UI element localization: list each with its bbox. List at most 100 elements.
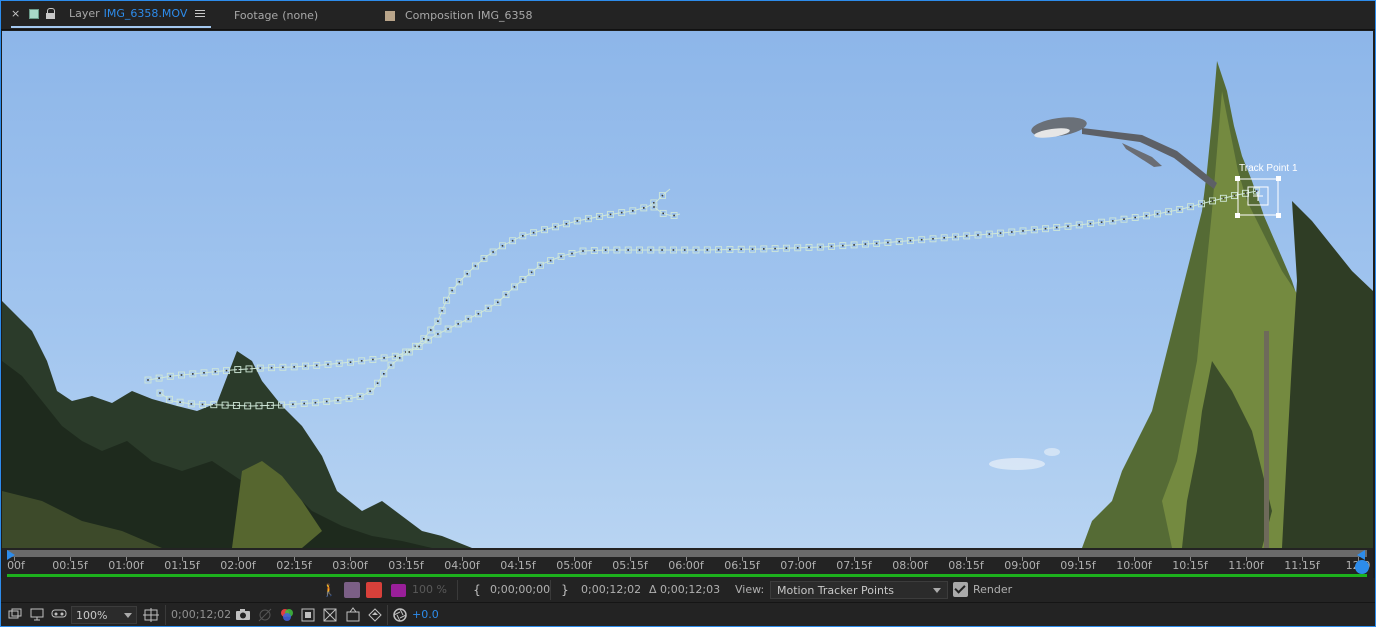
exposure-value[interactable]: +0.0 [412, 608, 439, 621]
tracker-keyframe-center [158, 377, 160, 379]
current-time-indicator[interactable] [1355, 560, 1369, 574]
render-mode-red-button[interactable] [366, 582, 382, 598]
render-mode-purple-button[interactable] [344, 582, 360, 598]
exposure-aperture-icon[interactable] [392, 607, 408, 623]
separator [165, 605, 166, 625]
walk-icon[interactable]: 🚶 [321, 582, 337, 598]
tracker-keyframe-center [740, 248, 742, 251]
tracker-keyframe-center [1222, 197, 1225, 200]
set-out-point-icon[interactable]: } [557, 582, 573, 598]
vr-goggles-icon[interactable] [51, 608, 67, 622]
current-timecode[interactable]: 0;00;12;02 [171, 608, 231, 621]
ruler-tick-label: 08:00f [892, 559, 928, 572]
fast-previews-icon[interactable] [367, 607, 383, 623]
ruler-tick-label: 03:15f [388, 559, 424, 572]
tracker-keyframe-center [522, 235, 524, 237]
cloud [989, 458, 1045, 470]
zoom-dropdown[interactable]: 100% [71, 606, 137, 624]
layer-viewer[interactable]: Track Point 1 [2, 31, 1373, 548]
render-checkbox[interactable] [953, 582, 968, 597]
tracker-keyframe-center [543, 228, 546, 231]
reset-exposure-icon[interactable] [345, 607, 361, 623]
monitor-icon[interactable] [30, 608, 44, 622]
tracker-keyframe-center [451, 289, 453, 292]
label-color-swatch [29, 8, 39, 19]
tracker-keyframe-center [522, 278, 524, 281]
tracker-keyframe-center [441, 309, 443, 312]
in-point-timecode[interactable]: 0;00;00;00 [490, 583, 550, 596]
ruler-tick-label: 09:15f [1060, 559, 1096, 572]
tracker-keyframe-center [932, 238, 934, 240]
tracker-keyframe-center [1033, 229, 1036, 231]
set-in-point-icon[interactable]: { [469, 582, 485, 598]
tab-layer-name[interactable]: IMG_6358.MOV [104, 7, 188, 20]
tab-layer[interactable]: × Layer IMG_6358.MOV [11, 1, 212, 28]
tracker-keyframe-center [477, 313, 480, 315]
tab-composition-label: Composition [405, 9, 474, 22]
tracker-keyframe-center [408, 351, 411, 353]
tracker-keyframe-center [293, 366, 295, 368]
track-point-label: Track Point 1 [1239, 163, 1298, 174]
tracker-keyframe-center [887, 241, 889, 244]
tracker-keyframe-center [717, 248, 720, 251]
tracker-keyframe-center [430, 329, 432, 331]
tracker-keyframe-center [672, 249, 675, 251]
panel-menu-icon[interactable] [195, 10, 206, 17]
tracker-keyframe-center [1145, 215, 1148, 217]
tracker-keyframe-center [999, 232, 1002, 234]
snapshot-camera-icon[interactable] [235, 608, 251, 622]
time-navigator-bar[interactable] [7, 550, 1367, 560]
time-ruler[interactable]: 00f 00:15f 01:00f 01:15f 02:00f 02:15f 03:00f 0… [2, 548, 1373, 578]
overlay-color-swatch[interactable] [391, 584, 406, 597]
tracker-keyframe-center [598, 215, 601, 218]
tracker-keyframe-center [359, 395, 361, 398]
ruler-tick-label: 10:15f [1172, 559, 1208, 572]
tracker-keyframe-center [423, 338, 425, 340]
ruler-tick-label: 10:00f [1116, 559, 1152, 572]
tracker-keyframe-center [466, 273, 468, 275]
tracker-keyframe-center [587, 217, 590, 220]
ruler-tick-label: 11:00f [1228, 559, 1264, 572]
opacity-value[interactable]: 100 % [412, 583, 447, 596]
ruler-tick-label: 02:15f [276, 559, 312, 572]
tab-composition[interactable]: Composition IMG_6358 [385, 1, 532, 30]
tracker-keyframe-center [643, 207, 645, 209]
tracker-keyframe-center [190, 403, 193, 405]
tracker-keyframe-center [1156, 213, 1159, 215]
zoom-value: 100% [76, 609, 108, 622]
tracker-keyframe-center [785, 247, 788, 249]
tracker-keyframe-center [539, 264, 542, 267]
channel-rgb-icon[interactable] [279, 607, 295, 623]
tracker-keyframe-center [237, 368, 239, 371]
ruler-tick-label: 09:00f [1004, 559, 1040, 572]
tracker-keyframe-center [554, 226, 557, 228]
safe-margins-icon[interactable] [143, 607, 159, 623]
tracker-keyframe-center [650, 249, 652, 251]
tracker-keyframe-center [337, 399, 339, 402]
always-preview-icon[interactable] [8, 608, 22, 622]
tracker-keyframe-center [1011, 231, 1013, 233]
tracker-keyframe-center [474, 265, 477, 267]
show-snapshot-icon[interactable] [257, 607, 273, 623]
tab-footage-label: Footage [234, 9, 279, 22]
transparency-grid-icon[interactable] [323, 608, 337, 622]
out-point-timecode[interactable]: 0;00;12;02 [581, 583, 641, 596]
tracker-keyframe-center [180, 374, 183, 376]
close-tab-icon[interactable]: × [11, 7, 25, 20]
tracker-keyframe-center [530, 271, 533, 274]
tracker-keyframe-center [372, 358, 374, 361]
view-dropdown[interactable]: Motion Tracker Points [770, 581, 948, 599]
tracker-keyframe-center [192, 373, 194, 375]
tab-footage[interactable]: Footage (none) [234, 1, 318, 30]
tracker-keyframe-center [604, 249, 607, 251]
work-area-bar[interactable] [7, 574, 1367, 577]
tracker-keyframe-center [270, 366, 273, 369]
region-of-interest-icon[interactable] [301, 608, 315, 622]
tracker-keyframe-center [280, 404, 283, 406]
tracker-keyframe-center [458, 281, 461, 283]
tracker-keyframe-center [774, 247, 776, 250]
lock-icon[interactable] [45, 7, 57, 20]
ruler-tick-label: 07:15f [836, 559, 872, 572]
tracker-keyframe-center [497, 301, 499, 304]
tracker-keyframe-center [147, 379, 149, 381]
